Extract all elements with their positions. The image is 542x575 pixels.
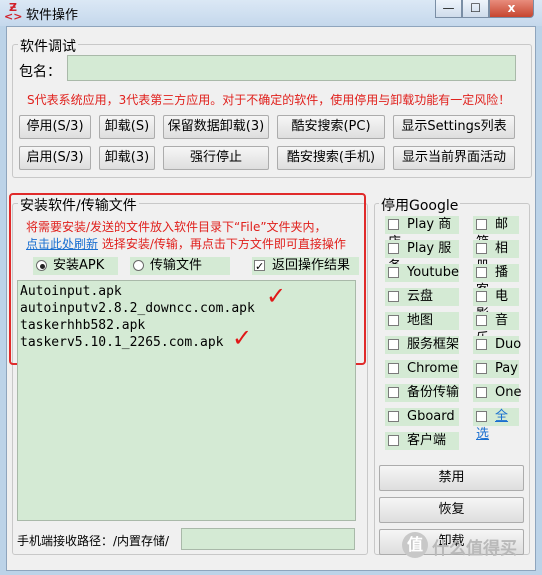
risk-warning: S代表系统应用，3代表第三方应用。对于不确定的软件，使用停用与卸载功能有一定风险…	[27, 93, 511, 107]
close-button[interactable]: x	[489, 0, 534, 18]
google-checkbox[interactable]: Youtube	[385, 264, 459, 282]
google-checkbox[interactable]: 播客	[473, 264, 519, 298]
google-checkbox-label: Chrome	[407, 361, 458, 376]
google-checkbox[interactable]: 电影	[473, 288, 519, 322]
checkbox-icon	[388, 435, 399, 446]
google-checkbox[interactable]: 备份传输	[385, 384, 459, 402]
file-item[interactable]: autoinputv2.8.2_downcc.com.apk	[20, 301, 255, 316]
keep-data-uninstall-button[interactable]: 保留数据卸载(3)	[163, 115, 269, 139]
install-hint-line1: 将需要安装/发送的文件放入软件目录下“File”文件夹内，	[26, 220, 327, 234]
uninstall-s-button[interactable]: 卸载(S)	[99, 115, 155, 139]
enable-s3-button[interactable]: 启用(S/3)	[19, 146, 91, 170]
force-stop-button[interactable]: 强行停止	[163, 146, 269, 170]
google-checkbox-label: Duo	[495, 337, 522, 352]
google-checkbox-label: 服务框架	[407, 337, 460, 352]
checkbox-icon	[476, 267, 487, 278]
return-result-label: 返回操作结果	[272, 258, 351, 273]
radio-icon	[133, 260, 144, 271]
red-check-icon: ✓	[232, 324, 253, 352]
google-checkbox[interactable]: 客户端	[385, 432, 459, 450]
receive-path-label: 手机端接收路径：/内置存储/	[17, 534, 170, 548]
google-checkbox[interactable]: 服务框架	[385, 336, 459, 354]
uninstall-3-button[interactable]: 卸载(3)	[99, 146, 155, 170]
install-hint-text: 选择安装/传输，再点击下方文件即可直接操作	[98, 237, 346, 251]
file-item[interactable]: taskerv5.10.1_2265.com.apk	[20, 335, 224, 350]
transfer-file-label: 传输文件	[150, 258, 203, 273]
google-checkbox[interactable]: 地图	[385, 312, 459, 330]
checkbox-icon	[388, 315, 399, 326]
restore-button[interactable]: 恢复	[379, 497, 524, 523]
google-checkbox[interactable]: 音乐	[473, 312, 519, 346]
google-checkbox-label: Gboard	[407, 409, 455, 424]
install-hint-line2: 点击此处刷新 选择安装/传输，再点击下方文件即可直接操作	[26, 235, 346, 252]
checkbox-icon	[388, 243, 399, 254]
google-checkbox-label: 云盘	[407, 289, 434, 304]
google-checkbox[interactable]: Pay	[473, 360, 519, 378]
return-result-checkbox[interactable]: ✓ 返回操作结果	[252, 257, 359, 275]
checkbox-checked-icon: ✓	[254, 260, 265, 273]
checkbox-icon	[388, 339, 399, 350]
google-checkbox[interactable]: 相册	[473, 240, 519, 274]
google-group-label: 停用Google	[379, 195, 461, 215]
file-item[interactable]: Autoinput.apk	[20, 284, 122, 299]
checkbox-icon	[476, 363, 487, 374]
google-checkbox-label: Youtube	[407, 265, 459, 280]
google-checkbox-label: 备份传输	[407, 385, 460, 400]
install-apk-label: 安装APK	[53, 258, 105, 273]
watermark-badge: 值	[402, 532, 428, 558]
title-bar: Ƶ <> 软件操作 — ☐ x	[0, 0, 542, 26]
checkbox-icon	[388, 363, 399, 374]
checkbox-icon	[388, 411, 399, 422]
install-apk-radio[interactable]: 安装APK	[33, 257, 118, 275]
app-icon: Ƶ <>	[4, 1, 23, 23]
google-checkbox[interactable]: One	[473, 384, 522, 402]
checkbox-icon	[476, 339, 487, 350]
install-group-label: 安装软件/传输文件	[18, 195, 139, 215]
transfer-file-radio[interactable]: 传输文件	[130, 257, 230, 275]
checkbox-icon	[388, 267, 399, 278]
radio-dot-icon	[40, 264, 45, 269]
radio-icon	[36, 260, 47, 271]
coolapk-search-phone-button[interactable]: 酷安搜索(手机)	[277, 146, 385, 170]
google-checkbox[interactable]: Chrome	[385, 360, 459, 378]
checkbox-icon	[388, 219, 399, 230]
package-label: 包名：	[19, 64, 61, 80]
google-checkbox-label: Pay	[495, 361, 518, 376]
receive-path-input[interactable]	[181, 528, 355, 550]
file-list[interactable]	[17, 280, 356, 521]
minimize-button[interactable]: —	[435, 0, 462, 18]
checkbox-icon	[476, 387, 487, 398]
red-check-icon: ✓	[266, 282, 287, 310]
google-checkbox-label: 客户端	[407, 433, 447, 448]
google-checkbox[interactable]: Play 商店	[385, 216, 459, 250]
checkbox-icon	[388, 387, 399, 398]
google-checkbox[interactable]: 云盘	[385, 288, 459, 306]
select-all-checkbox[interactable]: 全选	[473, 408, 519, 442]
google-checkbox-label: 地图	[407, 313, 434, 328]
coolapk-search-pc-button[interactable]: 酷安搜索(PC)	[277, 115, 385, 139]
google-checkbox[interactable]: Duo	[473, 336, 522, 354]
google-checkbox[interactable]: 邮箱	[473, 216, 519, 250]
checkbox-icon	[476, 315, 487, 326]
window-title: 软件操作	[26, 8, 79, 23]
checkbox-icon	[476, 243, 487, 254]
file-item[interactable]: taskerhhb582.apk	[20, 318, 145, 333]
show-settings-list-button[interactable]: 显示Settings列表	[393, 115, 515, 139]
package-input[interactable]	[67, 55, 516, 81]
google-checkbox-label: One	[495, 385, 522, 400]
show-current-activity-button[interactable]: 显示当前界面活动	[393, 146, 515, 170]
maximize-button[interactable]: ☐	[462, 0, 489, 18]
debug-group-label: 软件调试	[18, 36, 78, 56]
watermark-text: 什么值得买	[432, 539, 517, 559]
checkbox-icon	[388, 291, 399, 302]
checkbox-icon	[476, 291, 487, 302]
checkbox-icon	[476, 219, 487, 230]
google-checkbox[interactable]: Gboard	[385, 408, 459, 426]
disable-button[interactable]: 禁用	[379, 465, 524, 491]
google-checkbox[interactable]: Play 服务	[385, 240, 459, 274]
disable-s3-button[interactable]: 停用(S/3)	[19, 115, 91, 139]
checkbox-icon	[476, 411, 487, 422]
refresh-link[interactable]: 点击此处刷新	[26, 237, 98, 251]
